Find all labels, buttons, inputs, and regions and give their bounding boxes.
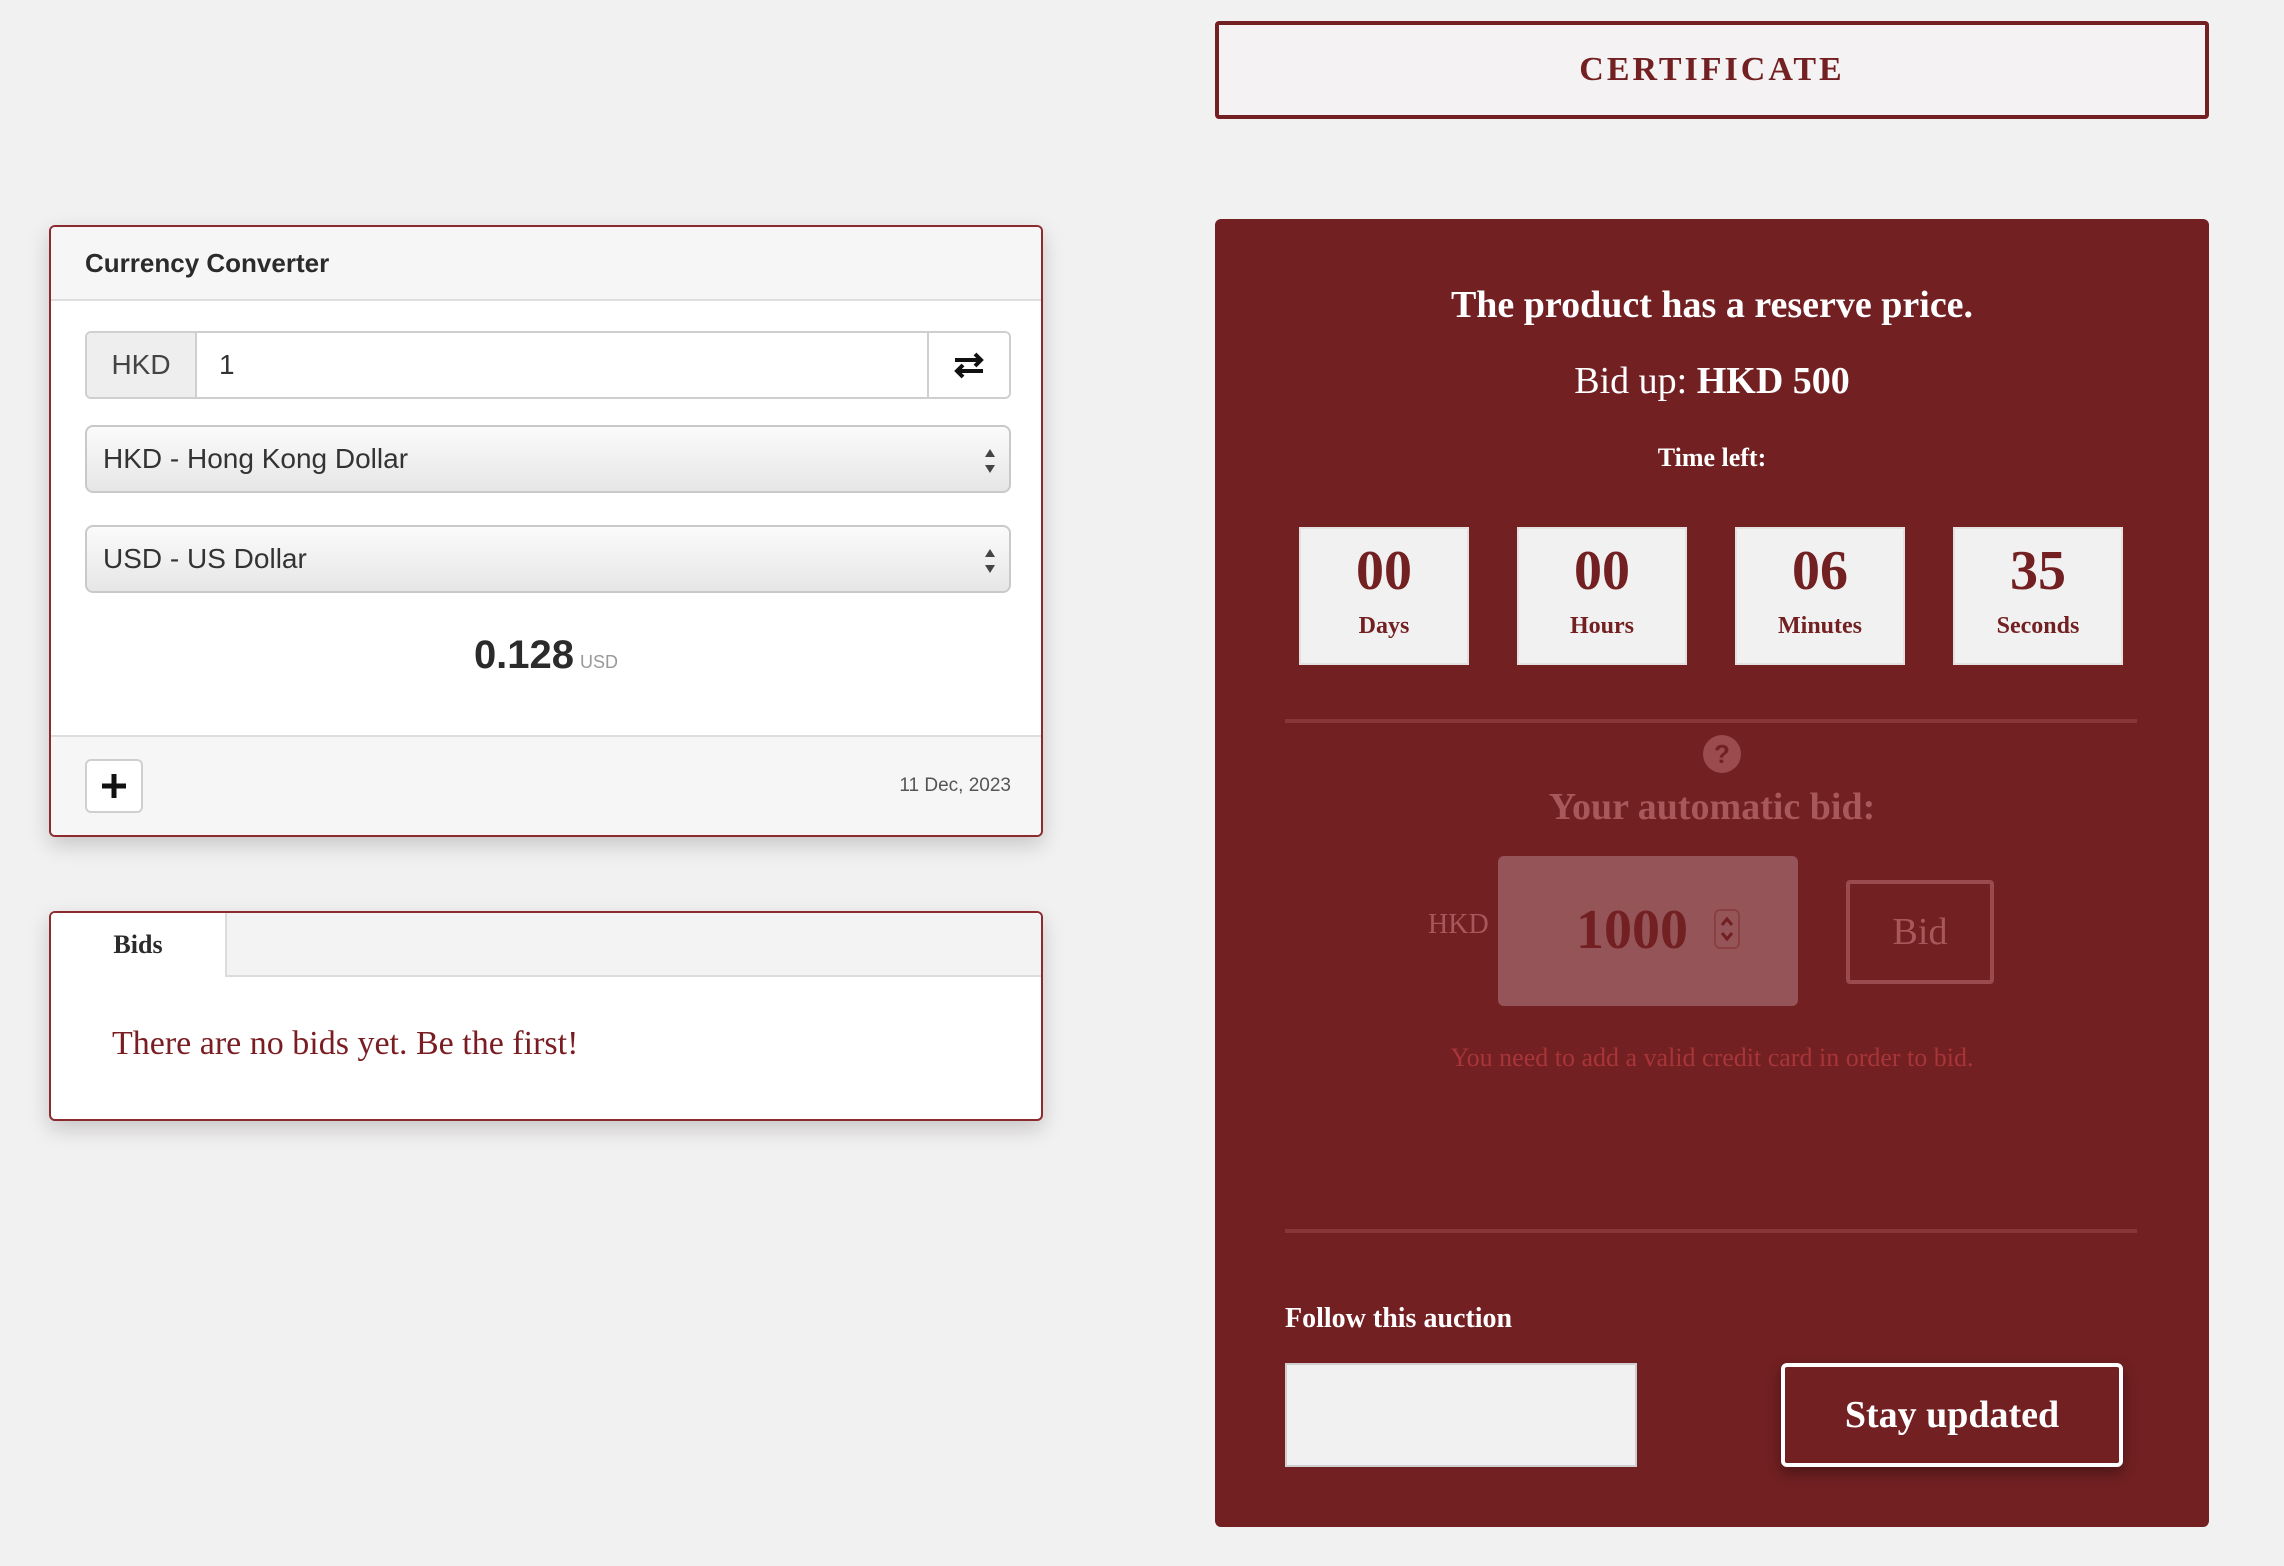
countdown-days: 00 Days (1299, 527, 1469, 665)
automatic-bid-label: Your automatic bid: (1548, 786, 1876, 828)
help-icon[interactable]: ? (1703, 735, 1741, 773)
no-bids-message: There are no bids yet. Be the first! (112, 1025, 579, 1062)
result-value: 0.128 (473, 633, 575, 677)
countdown-label: Seconds (1996, 613, 2080, 639)
add-currency-button[interactable] (85, 759, 143, 813)
bid-up-line: Bid up: HKD 500 (1215, 359, 2209, 403)
tab-bids[interactable]: Bids (51, 913, 227, 977)
currency-converter-title: Currency Converter (51, 227, 1041, 301)
rate-date: 11 Dec, 2023 (899, 775, 1011, 796)
countdown-label: Days (1358, 613, 1410, 639)
result-unit: USD (580, 652, 619, 672)
bid-currency-label: HKD (1428, 909, 1489, 940)
bids-panel: Bids There are no bids yet. Be the first… (49, 911, 1043, 1121)
number-spinner-icon[interactable] (1714, 909, 1740, 949)
amount-currency-addon: HKD (87, 333, 197, 397)
swap-icon (954, 352, 984, 379)
from-currency-value: HKD - Hong Kong Dollar (103, 443, 409, 474)
time-left-label: Time left: (1657, 443, 1767, 472)
select-arrows-icon (985, 549, 995, 573)
countdown-minutes: 06 Minutes (1735, 527, 1905, 665)
converter-footer: 11 Dec, 2023 (51, 735, 1041, 835)
conversion-result: 0.128 USD (51, 633, 1041, 678)
bid-up-value: HKD 500 (1696, 360, 1850, 402)
currency-converter: Currency Converter HKD HKD - Hong Kong D… (49, 225, 1043, 837)
plus-icon (102, 774, 126, 798)
bid-amount-value: 1000 (1576, 899, 1688, 961)
countdown-label: Hours (1569, 613, 1634, 639)
countdown-value: 35 (2010, 540, 2066, 602)
reserve-price-message: The product has a reserve price. (1450, 284, 1974, 326)
bid-button[interactable]: Bid (1846, 880, 1994, 984)
credit-card-warning: You need to add a valid credit card in o… (1450, 1043, 1974, 1072)
bids-tab-bar: Bids (51, 913, 1041, 977)
certificate-button-label: CERTIFICATE (1579, 51, 1845, 88)
to-currency-select[interactable]: USD - US Dollar (85, 525, 1011, 593)
certificate-button[interactable]: CERTIFICATE (1215, 21, 2209, 119)
bid-up-label: Bid up: (1574, 360, 1688, 402)
to-currency-value: USD - US Dollar (103, 543, 307, 574)
divider (1285, 719, 2137, 723)
follow-auction-label: Follow this auction (1285, 1303, 1513, 1334)
countdown-label: Minutes (1778, 613, 1862, 639)
stay-updated-button[interactable]: Stay updated (1781, 1363, 2123, 1467)
automatic-bid-input[interactable]: 1000 (1498, 856, 1798, 1006)
countdown-seconds: 35 Seconds (1953, 527, 2123, 665)
from-currency-select[interactable]: HKD - Hong Kong Dollar (85, 425, 1011, 493)
amount-input-group: HKD (85, 331, 1011, 399)
auction-panel: The product has a reserve price. Bid up:… (1215, 219, 2209, 1527)
follow-email-input[interactable] (1285, 1363, 1637, 1467)
amount-input[interactable] (197, 333, 927, 397)
select-arrows-icon (985, 449, 995, 473)
swap-button[interactable] (927, 333, 1009, 397)
countdown-value: 00 (1356, 540, 1412, 602)
countdown-value: 06 (1792, 540, 1848, 602)
divider (1285, 1229, 2137, 1233)
countdown-value: 00 (1574, 540, 1630, 602)
countdown-hours: 00 Hours (1517, 527, 1687, 665)
